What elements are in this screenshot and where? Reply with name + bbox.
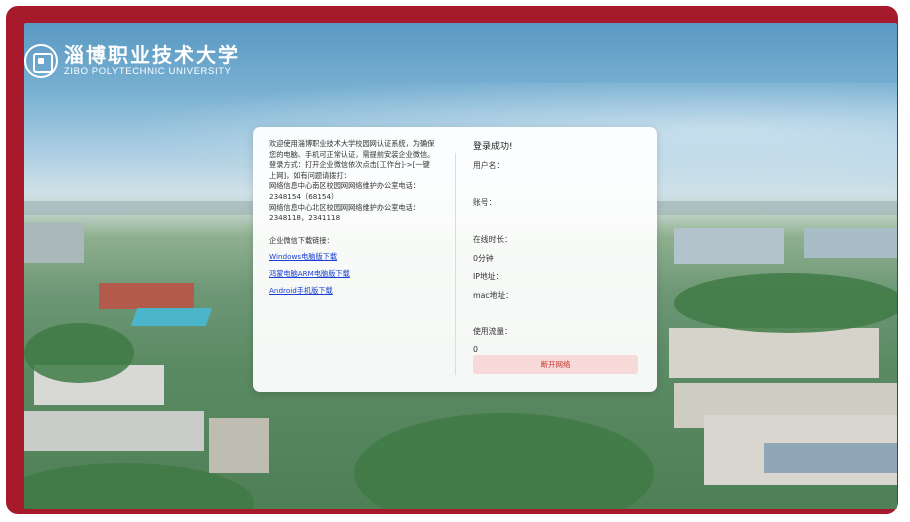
notice-line: 登录方式：打开企业微信依次点击[工作台]->[一键 xyxy=(269,160,430,170)
building-left-6 xyxy=(209,418,269,473)
building-left-5 xyxy=(24,411,204,451)
account-label: 账号： xyxy=(473,198,497,207)
building-left-2 xyxy=(99,283,194,309)
notice-line: 网络信息中心北区校园网网络维护办公室电话： xyxy=(269,202,420,212)
notice-panel: 欢迎使用淄博职业技术大学校园网认证系统，为确保 您的电脑、手机可正常认证，需提前… xyxy=(269,139,439,302)
building-right-6 xyxy=(764,443,897,473)
building-right-3 xyxy=(669,328,879,378)
notice-line: 网络信息中心南区校园网网络维护办公室电话： xyxy=(269,181,420,191)
traffic-used-label: 使用流量： xyxy=(473,327,512,336)
university-emblem-icon xyxy=(24,44,58,78)
logo-name-en: ZIBO POLYTECHNIC UNIVERSITY xyxy=(64,66,232,77)
logo-text: 淄博职业技术大学 ZIBO POLYTECHNIC UNIVERSITY xyxy=(64,44,240,78)
download-title: 企业微信下载链接： xyxy=(269,235,334,245)
notice-line: 2348118，2341118 xyxy=(269,213,341,223)
university-logo: 淄博职业技术大学 ZIBO POLYTECHNIC UNIVERSITY xyxy=(24,44,240,78)
download-link-harmony-arm[interactable]: 鸿蒙电脑ARM电脑版下载 xyxy=(269,269,439,280)
login-status-card: 欢迎使用淄博职业技术大学校园网认证系统，为确保 您的电脑、手机可正常认证，需提前… xyxy=(253,127,657,392)
panel-divider xyxy=(455,153,456,375)
disconnect-button[interactable]: 断开网络 xyxy=(473,355,638,374)
notice-line: 您的电脑、手机可正常认证，需提前安装企业微信。 xyxy=(269,149,435,159)
notice-line: 2348154（68154） xyxy=(269,191,339,201)
notice-line: 欢迎使用淄博职业技术大学校园网认证系统，为确保 xyxy=(269,139,435,148)
traffic-used-value: 0 xyxy=(473,345,478,354)
logo-name-cn: 淄博职业技术大学 xyxy=(64,43,240,67)
mac-address-label: mac地址： xyxy=(473,291,514,300)
notice-line: 上网]，如有问题请拨打： xyxy=(269,170,351,180)
download-link-android[interactable]: Android手机版下载 xyxy=(269,286,439,297)
building-right-2 xyxy=(804,228,897,258)
download-link-windows[interactable]: Windows电脑版下载 xyxy=(269,252,439,263)
tree-cluster xyxy=(674,273,897,333)
ip-address-label: IP地址： xyxy=(473,272,504,281)
tree-cluster xyxy=(24,323,134,383)
username-label: 用户名： xyxy=(473,161,505,170)
building-left-3 xyxy=(130,308,213,326)
tree-cluster xyxy=(354,413,654,509)
building-right-1 xyxy=(674,228,784,264)
online-duration-label: 在线时长： xyxy=(473,235,512,244)
online-duration-value: 0分钟 xyxy=(473,254,494,263)
login-success-title: 登录成功! xyxy=(473,142,513,152)
building-left-1 xyxy=(24,223,84,263)
